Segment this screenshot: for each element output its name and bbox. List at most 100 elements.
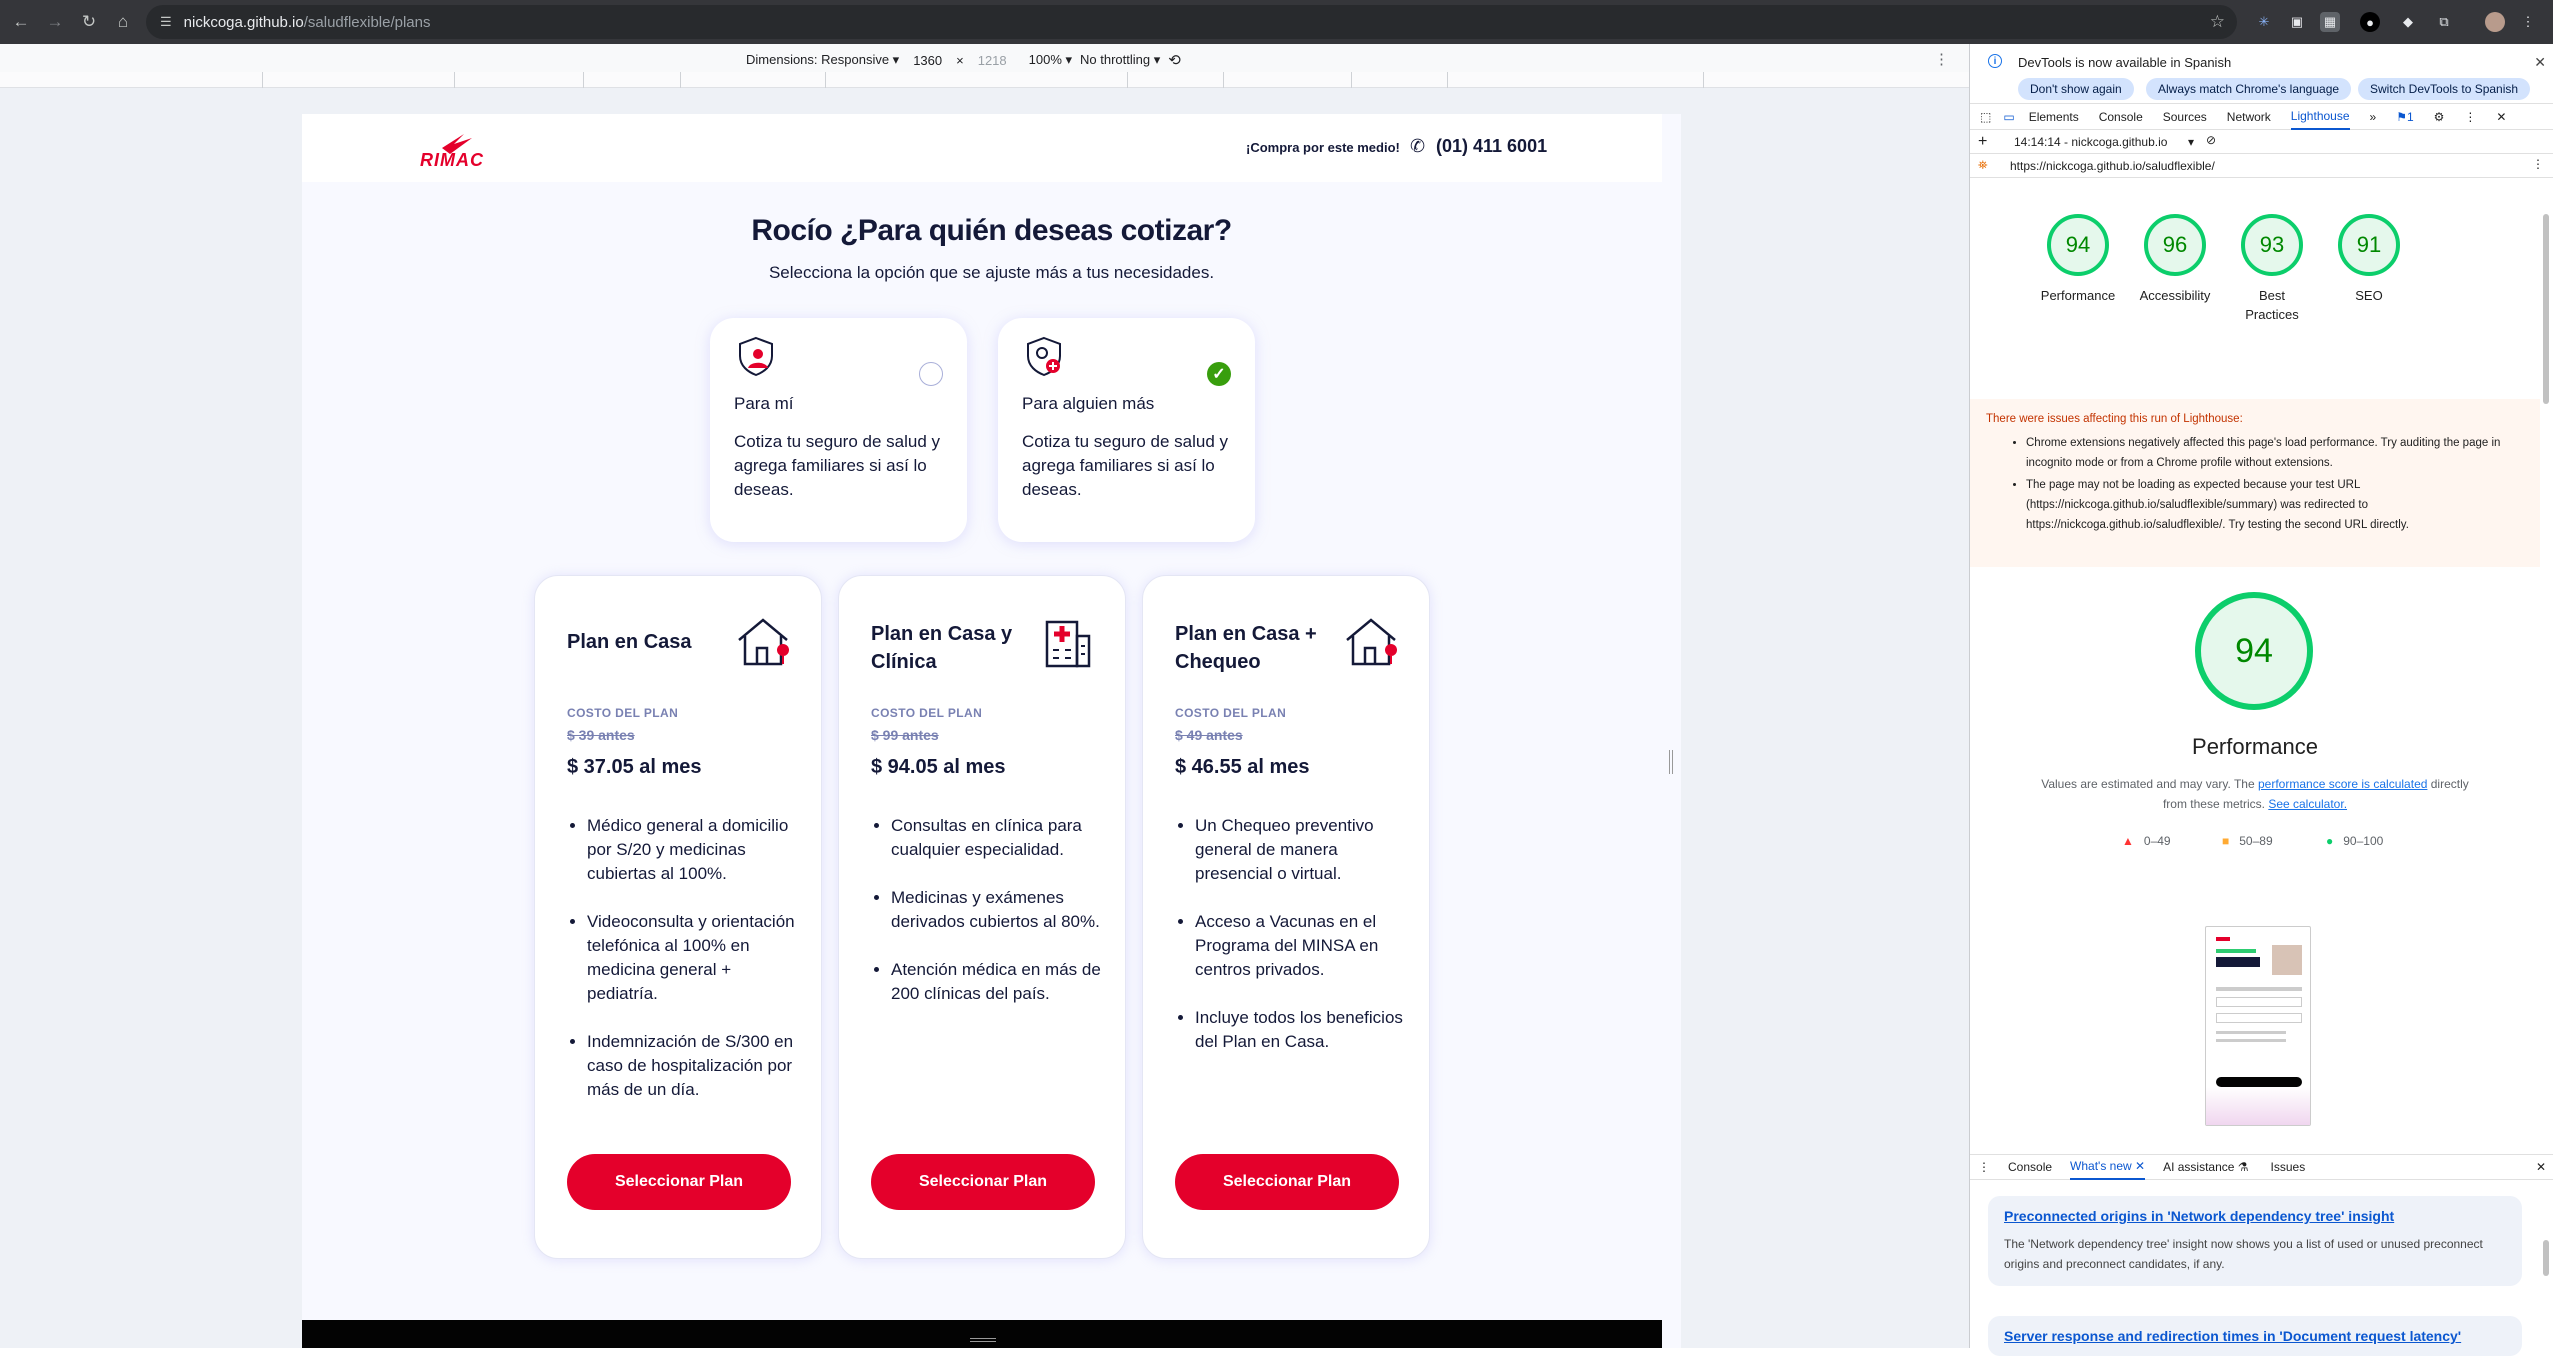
plan-name: Plan en Casa: [567, 631, 692, 653]
site-footer: [302, 1320, 1662, 1348]
house-icon: [738, 618, 789, 666]
home-icon[interactable]: ⌂: [110, 9, 136, 35]
shield-user-icon: [739, 336, 773, 377]
width-input[interactable]: 1360: [907, 53, 948, 68]
url-path: /saludflexible/plans: [303, 13, 431, 31]
report-scrollbar[interactable]: [2543, 214, 2549, 404]
report-menu-icon[interactable]: ⋮: [2532, 157, 2544, 171]
url-host: nickcoga.github.io: [183, 13, 304, 31]
close-drawer-icon[interactable]: ✕: [2536, 1154, 2546, 1180]
device-toggle-icon[interactable]: ▭: [2003, 104, 2014, 130]
drawer-menu-icon[interactable]: ⋮: [1978, 1154, 1990, 1180]
old-price: $ 39 antes: [567, 727, 635, 743]
benefit-list: Médico general a domicilio por S/20 y me…: [567, 814, 797, 1126]
benefit-list: Un Chequeo preventivo general de manera …: [1175, 814, 1405, 1078]
old-price: $ 49 antes: [1175, 727, 1243, 743]
rotate-icon[interactable]: ⟲: [1168, 51, 1181, 69]
score-gauge-seo[interactable]: 91 SEO: [2329, 214, 2409, 305]
drawer-tab-issues[interactable]: Issues: [2271, 1154, 2306, 1180]
phone-number[interactable]: (01) 411 6001: [1436, 136, 1547, 157]
settings-gear-icon[interactable]: ⚙: [2434, 104, 2445, 130]
benefit-item: Acceso a Vacunas en el Programa del MINS…: [1195, 910, 1405, 982]
issues-badge[interactable]: ⚑ 1: [2396, 104, 2413, 130]
address-bar[interactable]: ☰ nickcoga.github.io /saludflexible/plan…: [146, 5, 2237, 39]
option-radio-checked[interactable]: ✓: [1207, 362, 1231, 386]
score-gauge-accessibility[interactable]: 96 Accessibility: [2135, 214, 2215, 305]
match-language-button[interactable]: Always match Chrome's language: [2146, 78, 2352, 100]
reload-icon[interactable]: ↻: [76, 9, 102, 35]
device-more-icon[interactable]: ⋮: [1934, 50, 1949, 68]
report-select[interactable]: 14:14:14 - nickcoga.github.io: [2014, 135, 2167, 149]
height-input[interactable]: 1218: [972, 53, 1021, 68]
option-card-para-alguien[interactable]: ✓ Para alguien más Cotiza tu seguro de s…: [998, 318, 1255, 542]
extension-icon[interactable]: ▦: [2320, 12, 2340, 32]
dimensions-select[interactable]: Dimensions: Responsive ▾: [746, 52, 899, 68]
page-title: Rocío ¿Para quién deseas cotizar?: [751, 214, 1232, 247]
select-plan-button[interactable]: Seleccionar Plan: [871, 1154, 1095, 1210]
score-gauge-best-practices[interactable]: 93 Best Practices: [2232, 214, 2312, 324]
circle-icon: ●: [2326, 834, 2334, 848]
drawer-tab-ai-assistance[interactable]: AI assistance ⚗: [2163, 1154, 2248, 1180]
zoom-select[interactable]: 100% ▾: [1029, 52, 1072, 68]
triangle-icon: ▲: [2122, 834, 2134, 848]
news-title-link[interactable]: Server response and redirection times in…: [2004, 1328, 2506, 1344]
tab-network[interactable]: Network: [2227, 104, 2271, 130]
drawer-scrollbar[interactable]: [2543, 1240, 2549, 1276]
plan-name: Plan en Casa + Chequeo: [1175, 623, 1317, 673]
plan-card-casa-clinica: Plan en Casa y Clínica COSTO DEL PLAN $ …: [838, 575, 1126, 1259]
throttling-select[interactable]: No throttling ▾: [1080, 52, 1160, 68]
benefit-item: Medicinas y exámenes derivados cubiertos…: [891, 886, 1101, 934]
inspect-icon[interactable]: ⬚: [1980, 104, 1991, 130]
score-calculated-link[interactable]: performance score is calculated: [2258, 777, 2427, 791]
media-query-ruler: [0, 72, 1969, 88]
clinic-icon: [1045, 620, 1091, 668]
score-value: 93: [2241, 214, 2303, 276]
calculator-link[interactable]: See calculator.: [2268, 797, 2347, 811]
resize-handle-right[interactable]: [1669, 750, 1673, 774]
close-icon[interactable]: ✕: [2534, 54, 2546, 71]
clear-icon[interactable]: ⊘: [2206, 133, 2216, 147]
score-gauge-performance[interactable]: 94 Performance: [2038, 214, 2118, 305]
site-info-icon[interactable]: ☰: [160, 14, 172, 30]
profile-avatar[interactable]: [2485, 12, 2505, 32]
switch-spanish-button[interactable]: Switch DevTools to Spanish: [2358, 78, 2531, 100]
chevron-down-icon[interactable]: ▾: [2188, 135, 2194, 149]
select-plan-button[interactable]: Seleccionar Plan: [567, 1154, 791, 1210]
extension-icon[interactable]: ●: [2360, 12, 2380, 32]
drawer-tab-console[interactable]: Console: [2008, 1154, 2052, 1180]
more-tabs-icon[interactable]: »: [2370, 104, 2377, 130]
extension-icon[interactable]: ◆: [2398, 12, 2418, 32]
extension-icon[interactable]: ▣: [2287, 12, 2307, 32]
cost-label: COSTO DEL PLAN: [871, 706, 983, 720]
benefit-item: Consultas en clínica para cualquier espe…: [891, 814, 1101, 862]
news-title-link[interactable]: Preconnected origins in 'Network depende…: [2004, 1208, 2506, 1224]
dont-show-button[interactable]: Don't show again: [2018, 78, 2134, 100]
bookmark-star-icon[interactable]: ☆: [2210, 12, 2225, 32]
benefit-item: Atención médica en más de 200 clínicas d…: [891, 958, 1101, 1006]
tab-elements[interactable]: Elements: [2029, 104, 2079, 130]
extensions-puzzle-icon[interactable]: ⧉: [2434, 12, 2454, 32]
legend-pass: ● 90–100: [2326, 834, 2383, 848]
option-card-para-mi[interactable]: Para mí Cotiza tu seguro de salud y agre…: [710, 318, 967, 542]
tab-console[interactable]: Console: [2099, 104, 2143, 130]
issues-count: 1: [2406, 109, 2414, 124]
legend-average: ■ 50–89: [2222, 834, 2273, 848]
tab-lighthouse[interactable]: Lighthouse: [2290, 104, 2350, 130]
devtools-menu-icon[interactable]: ⋮: [2464, 104, 2476, 130]
select-plan-button[interactable]: Seleccionar Plan: [1175, 1154, 1399, 1210]
extension-icon[interactable]: ✳: [2254, 12, 2274, 32]
close-devtools-icon[interactable]: ✕: [2496, 104, 2506, 130]
drawer-tab-whats-new[interactable]: What's new ✕: [2070, 1154, 2146, 1180]
resize-handle-bottom[interactable]: [970, 1338, 996, 1342]
browser-menu-icon[interactable]: ⋮: [2518, 12, 2538, 32]
report-url-bar: ⛯ https://nickcoga.github.io/saludflexib…: [1970, 154, 2553, 178]
forward-icon[interactable]: →: [42, 9, 68, 35]
benefit-item: Médico general a domicilio por S/20 y me…: [587, 814, 797, 886]
page-viewport: Dimensions: Responsive ▾ 1360 × 1218 100…: [0, 44, 1969, 1348]
lighthouse-toolbar: + 14:14:14 - nickcoga.github.io ▾ ⊘: [1970, 130, 2553, 154]
tab-sources[interactable]: Sources: [2163, 104, 2207, 130]
option-radio[interactable]: [919, 362, 943, 386]
back-icon[interactable]: ←: [8, 9, 34, 35]
devtools-drawer: ⋮ Console What's new ✕ AI assistance ⚗ I…: [1970, 1154, 2553, 1180]
new-report-icon[interactable]: +: [1978, 133, 1987, 151]
